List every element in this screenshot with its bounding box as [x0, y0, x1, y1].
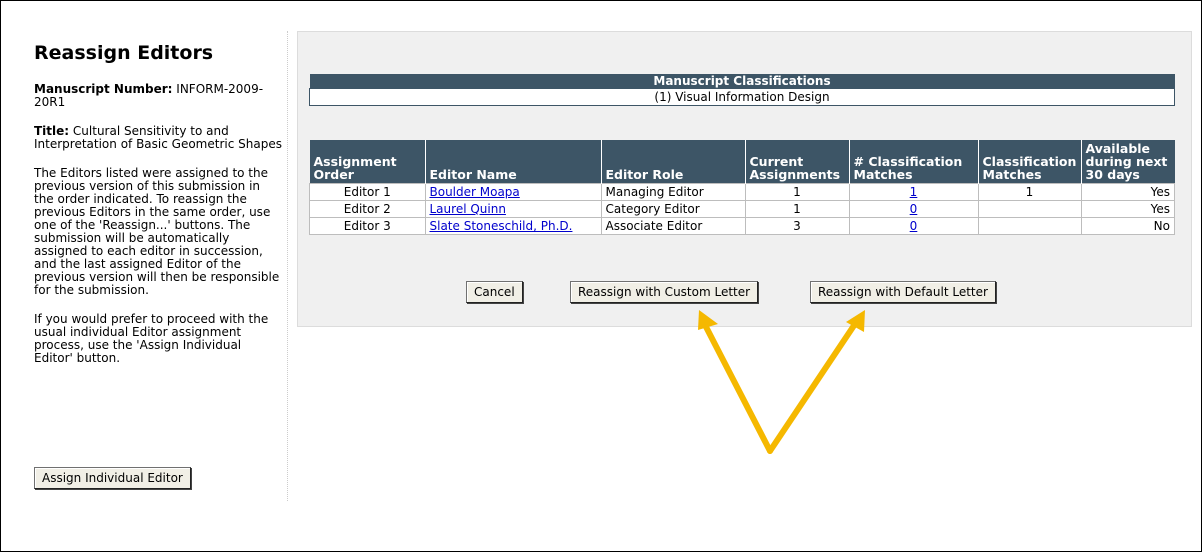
arrow-line-left — [700, 318, 773, 454]
window-frame: Reassign Editors Manuscript Number: INFO… — [0, 0, 1202, 552]
arrowhead-left-icon — [698, 310, 718, 330]
annotation-arrow-lines — [700, 318, 860, 454]
arrow-line-right — [767, 318, 860, 454]
annotation-arrows — [698, 310, 865, 454]
